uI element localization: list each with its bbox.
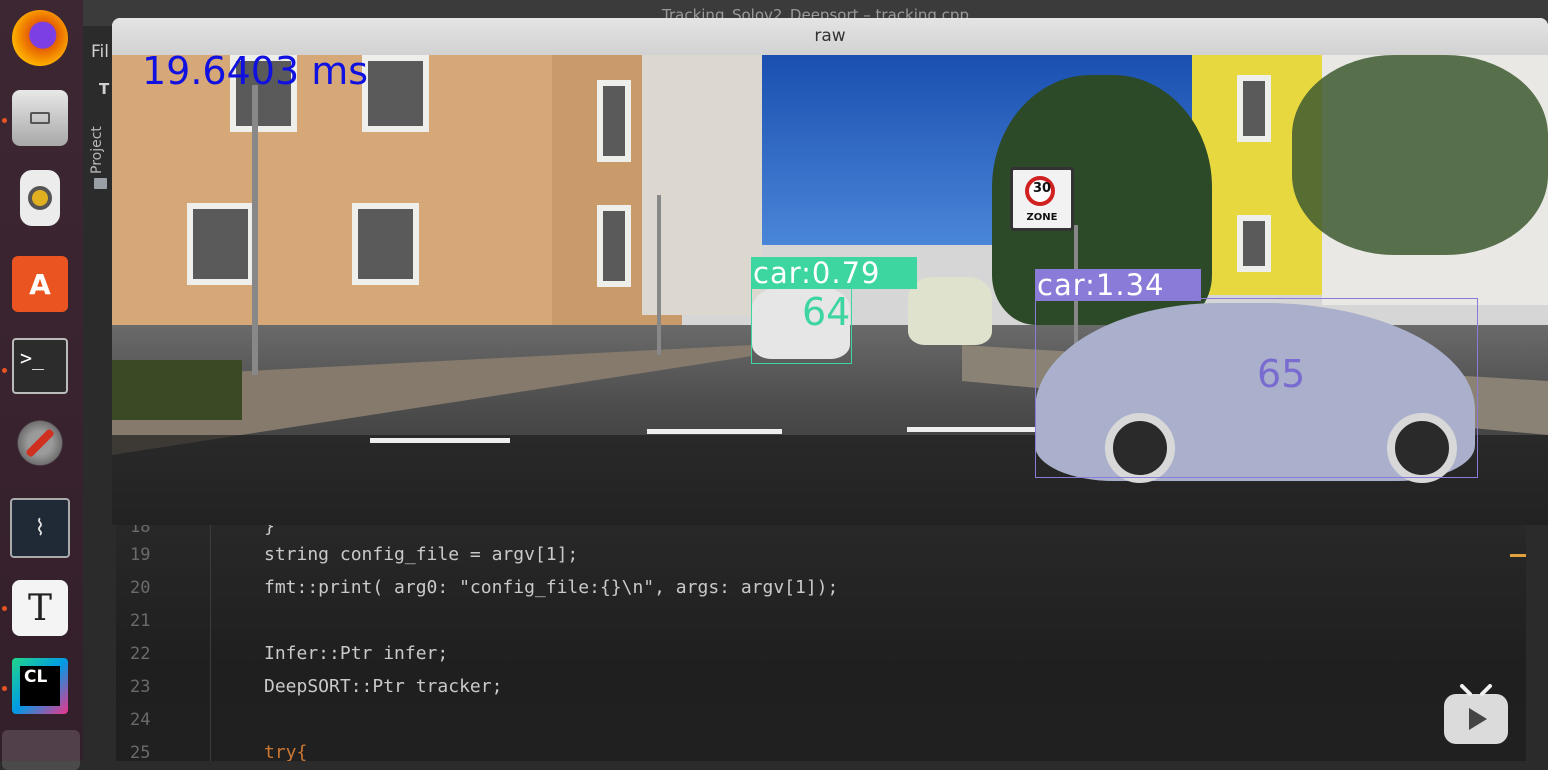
- dock-item-firefox[interactable]: [10, 8, 70, 68]
- video-frame: 30 ZONE car:0.79 64 car:1.34 65 19.6403 …: [112, 55, 1548, 525]
- dock-item-active-app[interactable]: [2, 730, 80, 770]
- code-line: 19 string config_file = argv[1];: [116, 540, 1526, 570]
- menu-file[interactable]: Fil: [91, 42, 109, 62]
- files-icon: [12, 90, 68, 146]
- line-number: 20: [130, 578, 151, 598]
- building-window: [352, 203, 419, 285]
- dock-item-rhythmbox[interactable]: [10, 168, 70, 228]
- clion-icon: CL: [12, 658, 68, 714]
- settings-icon: [12, 415, 68, 471]
- raw-video-window[interactable]: raw 30 ZONE car:0.79 64 car:1.34 65 19.6…: [112, 18, 1548, 525]
- code-text: string config_file = argv[1];: [264, 544, 579, 565]
- tool-button[interactable]: T: [99, 80, 109, 98]
- building-window: [187, 203, 254, 285]
- code-line: 22 Infer::Ptr infer;: [116, 639, 1526, 669]
- line-number: 25: [130, 743, 151, 761]
- dock-item-settings[interactable]: [10, 413, 70, 473]
- code-line: 25 try{: [116, 738, 1526, 761]
- dock-item-software[interactable]: A: [10, 254, 70, 314]
- clion-label: CL: [20, 666, 60, 706]
- running-indicator: [2, 368, 7, 373]
- dock-item-files[interactable]: [10, 88, 70, 148]
- sign-zone-text: ZONE: [1026, 212, 1058, 223]
- building-window: [1237, 75, 1271, 142]
- inference-timing: 19.6403 ms: [142, 55, 369, 93]
- code-line: 23 DeepSORT::Ptr tracker;: [116, 672, 1526, 702]
- code-text: try{: [264, 742, 308, 761]
- car: [908, 277, 992, 345]
- building-window: [597, 205, 631, 287]
- detection-label: car:1.34: [1035, 269, 1201, 301]
- track-id: 64: [802, 290, 851, 334]
- code-editor[interactable]: 18 } 19 string config_file = argv[1]; 20…: [116, 524, 1526, 761]
- code-text: Infer::Ptr infer;: [264, 643, 449, 664]
- sign-number: 30: [1032, 181, 1052, 196]
- code-text: DeepSORT::Ptr tracker;: [264, 676, 503, 697]
- dock-item-terminal[interactable]: >_: [10, 336, 70, 396]
- play-button-icon[interactable]: [1442, 684, 1510, 746]
- grass: [112, 360, 242, 420]
- line-number: 21: [130, 611, 151, 631]
- building-window: [597, 80, 631, 162]
- detection-label: car:0.79: [751, 257, 917, 289]
- dock-item-clion[interactable]: CL: [10, 656, 70, 716]
- lane-marking: [907, 427, 1037, 432]
- software-center-icon: A: [12, 256, 68, 312]
- ubuntu-dock: A >_ ⌇ T CL: [0, 0, 83, 770]
- building-window: [362, 55, 429, 132]
- street-pole: [252, 85, 258, 375]
- lane-marking: [370, 438, 510, 443]
- firefox-icon: [12, 10, 68, 66]
- running-indicator: [2, 606, 7, 611]
- line-number: 22: [130, 644, 151, 664]
- building-window: [1237, 215, 1271, 272]
- folder-icon: [94, 178, 107, 189]
- dock-item-system-monitor[interactable]: ⌇: [10, 498, 70, 558]
- code-line: 21: [116, 606, 1526, 636]
- project-tool-tab[interactable]: Project: [89, 126, 105, 174]
- text-editor-icon: T: [12, 580, 68, 636]
- code-line: 24: [116, 705, 1526, 735]
- dock-item-text-editor[interactable]: T: [10, 578, 70, 638]
- running-indicator: [2, 118, 7, 123]
- code-line: 20 fmt::print( arg0: "config_file:{}\n",…: [116, 573, 1526, 603]
- raw-window-title[interactable]: raw: [112, 18, 1548, 55]
- line-number: 24: [130, 710, 151, 730]
- code-text: fmt::print( arg0: "config_file:{}\n", ar…: [264, 577, 839, 598]
- system-monitor-icon: ⌇: [10, 498, 70, 558]
- running-indicator: [2, 686, 7, 691]
- line-number: 23: [130, 677, 151, 697]
- street-pole: [657, 195, 661, 355]
- terminal-icon: >_: [12, 338, 68, 394]
- lane-marking: [647, 429, 782, 434]
- line-number: 19: [130, 545, 151, 565]
- speed-sign: 30 ZONE: [1010, 167, 1074, 231]
- track-id: 65: [1257, 352, 1306, 396]
- rhythmbox-icon: [20, 170, 60, 226]
- building: [112, 55, 552, 355]
- tree: [1292, 55, 1548, 255]
